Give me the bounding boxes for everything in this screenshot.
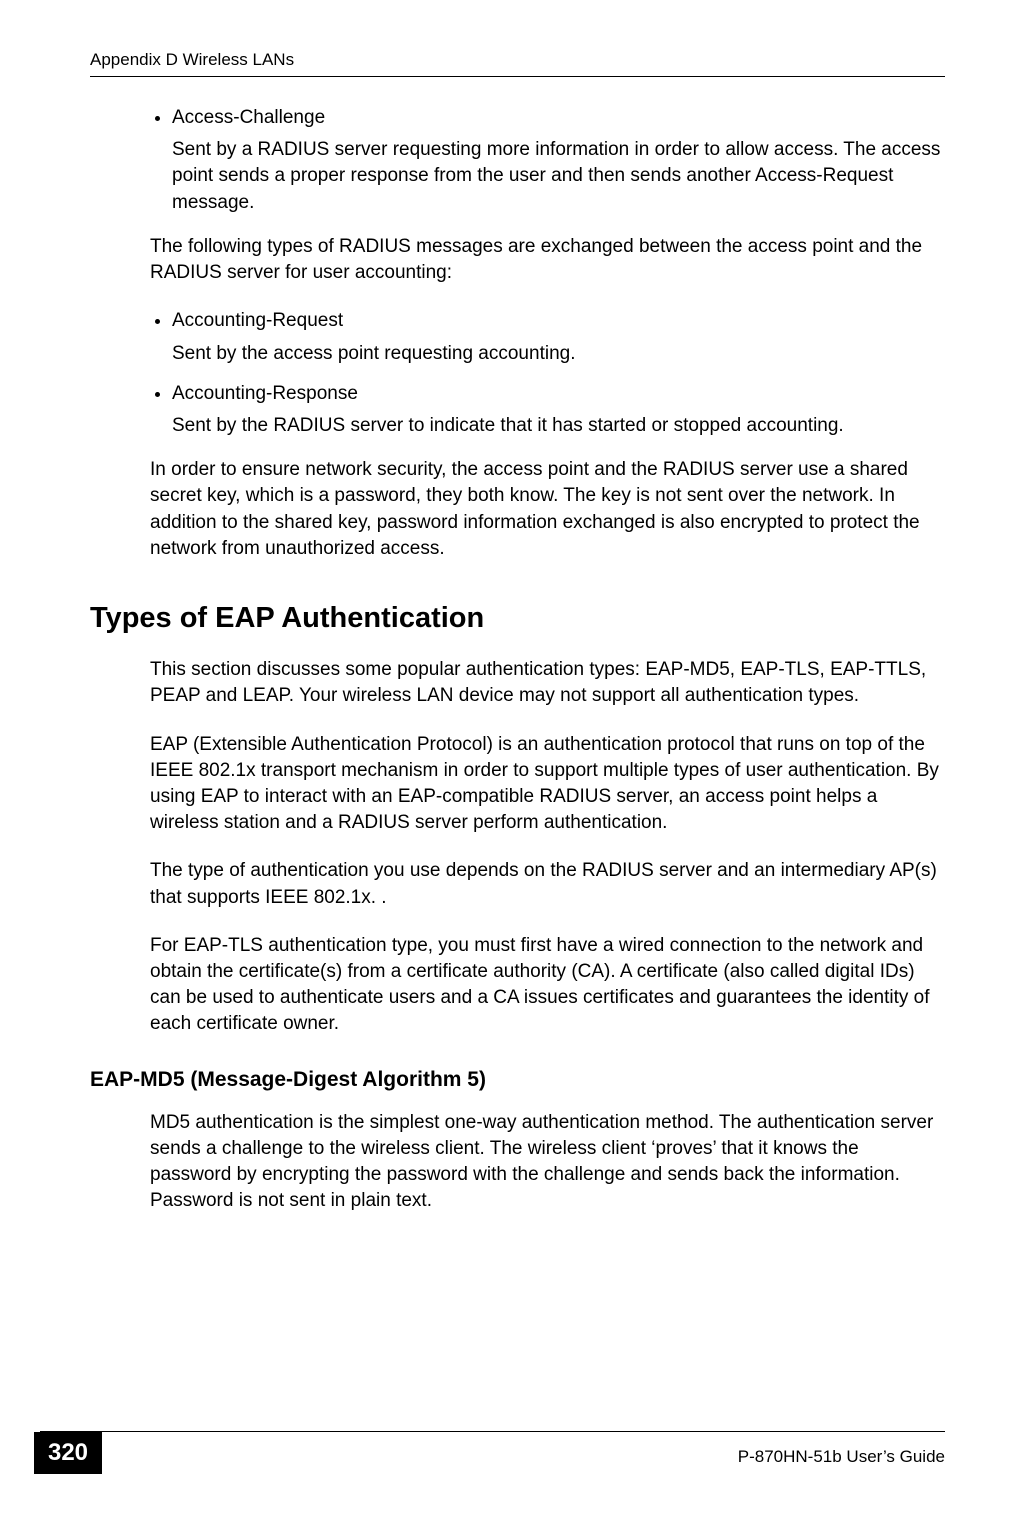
bullet-list-2: Accounting-Request Sent by the access po… bbox=[150, 308, 945, 439]
paragraph: For EAP-TLS authentication type, you mus… bbox=[150, 933, 945, 1038]
bullet-title: Accounting-Response bbox=[172, 383, 358, 404]
guide-name: P-870HN-51b User’s Guide bbox=[738, 1447, 945, 1467]
paragraph: In order to ensure network security, the… bbox=[150, 457, 945, 562]
bullet-desc: Sent by the RADIUS server to indicate th… bbox=[172, 413, 945, 439]
page-header: Appendix D Wireless LANs bbox=[90, 50, 945, 77]
section-heading: Types of EAP Authentication bbox=[90, 602, 945, 635]
page-footer: 320 P-870HN-51b User’s Guide bbox=[0, 1431, 1025, 1474]
page-content: Access-Challenge Sent by a RADIUS server… bbox=[150, 105, 945, 1215]
paragraph: The following types of RADIUS messages a… bbox=[150, 234, 945, 286]
bullet-list-1: Access-Challenge Sent by a RADIUS server… bbox=[150, 105, 945, 216]
list-item: Accounting-Request Sent by the access po… bbox=[172, 308, 945, 366]
paragraph: MD5 authentication is the simplest one-w… bbox=[150, 1110, 945, 1215]
paragraph: EAP (Extensible Authentication Protocol)… bbox=[150, 732, 945, 837]
subsection-heading: EAP-MD5 (Message-Digest Algorithm 5) bbox=[90, 1068, 945, 1092]
header-text: Appendix D Wireless LANs bbox=[90, 50, 294, 69]
bullet-title: Access-Challenge bbox=[172, 107, 325, 128]
list-item: Access-Challenge Sent by a RADIUS server… bbox=[172, 105, 945, 216]
bullet-desc: Sent by a RADIUS server requesting more … bbox=[172, 137, 945, 216]
paragraph: This section discusses some popular auth… bbox=[150, 657, 945, 709]
page-number: 320 bbox=[34, 1432, 102, 1474]
list-item: Accounting-Response Sent by the RADIUS s… bbox=[172, 381, 945, 439]
paragraph: The type of authentication you use depen… bbox=[150, 858, 945, 910]
bullet-title: Accounting-Request bbox=[172, 310, 343, 331]
bullet-desc: Sent by the access point requesting acco… bbox=[172, 341, 945, 367]
